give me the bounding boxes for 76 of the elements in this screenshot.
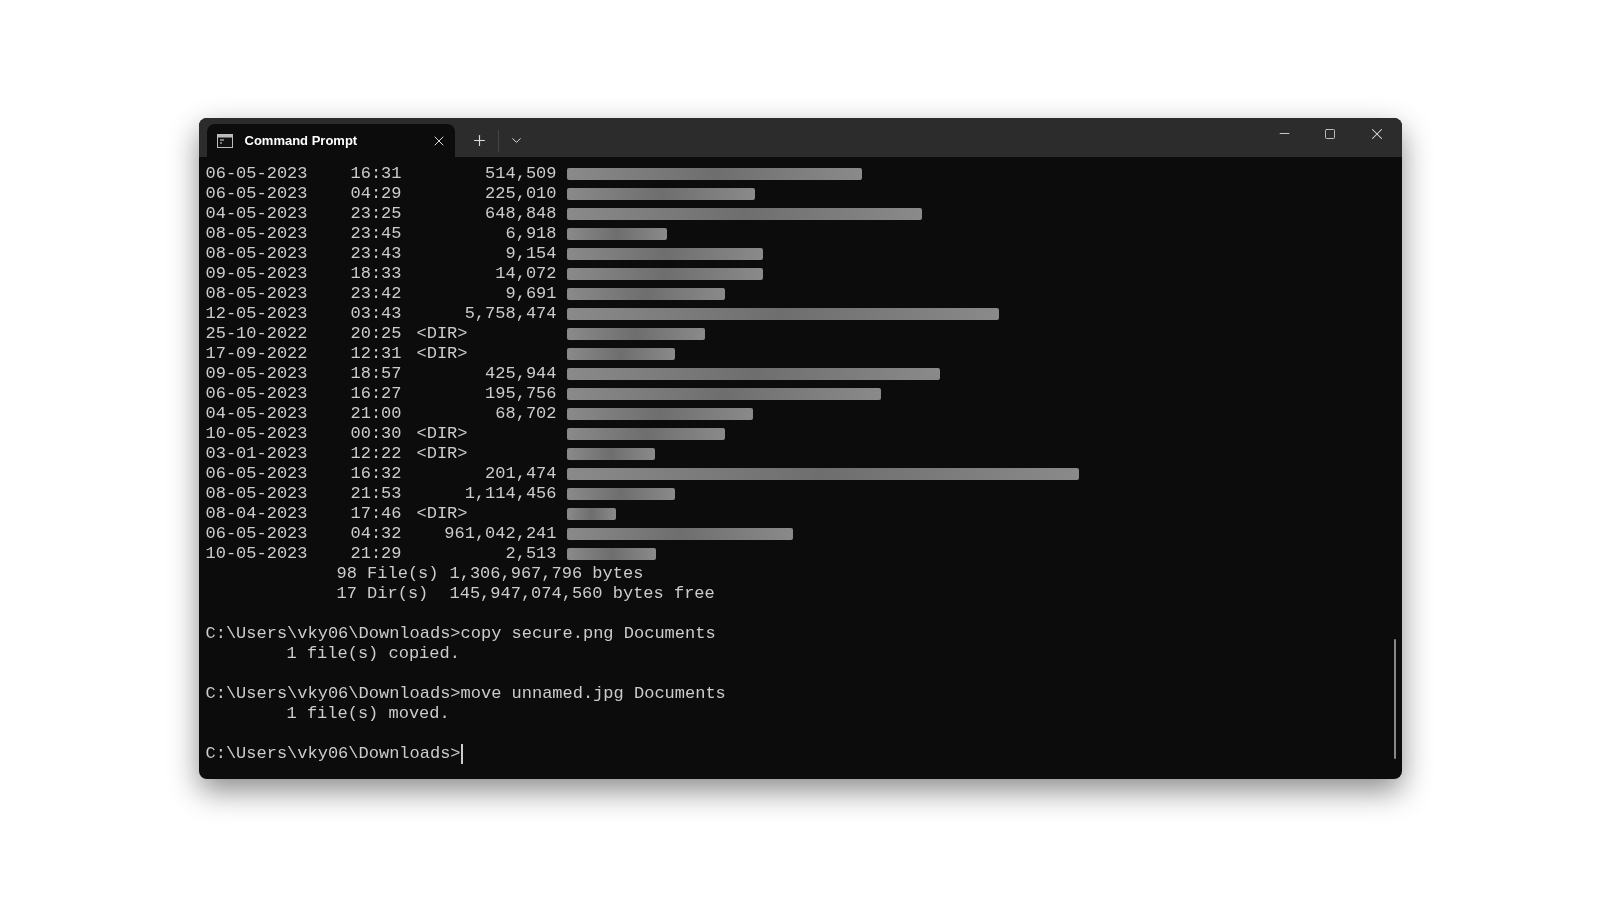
- file-time: 12:31: [350, 344, 403, 364]
- file-size: 225,010: [485, 184, 557, 204]
- file-date: 10-05-2023: [205, 544, 309, 564]
- file-date: 06-05-2023: [205, 464, 309, 484]
- tab[interactable]: Command Prompt: [206, 124, 455, 157]
- file-size: 648,848: [485, 204, 557, 224]
- file-date: 04-05-2023: [205, 404, 309, 424]
- dir-tag: <DIR>: [416, 424, 468, 444]
- file-size: 201,474: [485, 464, 557, 484]
- file-time: 03:43: [350, 304, 403, 324]
- file-date: 04-05-2023: [205, 204, 309, 224]
- file-size: 5,758,474: [464, 304, 557, 324]
- file-time: 23:43: [350, 244, 403, 264]
- summary-count: 17 Dir(s): [336, 584, 430, 604]
- file-time: 21:29: [350, 544, 403, 564]
- command-text: copy secure.png Documents: [460, 624, 716, 644]
- file-time: 04:32: [350, 524, 403, 544]
- file-size: 195,756: [485, 384, 557, 404]
- file-size: 425,944: [485, 364, 557, 384]
- file-date: 10-05-2023: [205, 424, 309, 444]
- file-date: 06-05-2023: [205, 184, 309, 204]
- file-time: 23:45: [350, 224, 403, 244]
- file-size: 6,918: [505, 224, 557, 244]
- file-size: 9,154: [505, 244, 557, 264]
- dir-tag: <DIR>: [416, 444, 468, 464]
- file-time: 23:42: [350, 284, 403, 304]
- tab-title: Command Prompt: [244, 131, 359, 150]
- file-date: 06-05-2023: [205, 384, 309, 404]
- summary-count: 98 File(s): [336, 564, 440, 584]
- file-date: 17-09-2022: [205, 344, 309, 364]
- file-time: 16:32: [350, 464, 403, 484]
- file-time: 12:22: [350, 444, 403, 464]
- dir-tag: <DIR>: [416, 324, 468, 344]
- command-prompt: C:\Users\vky06\Downloads>: [205, 624, 461, 644]
- file-time: 04:29: [350, 184, 403, 204]
- file-date: 06-05-2023: [205, 524, 309, 544]
- file-size: 961,042,241: [444, 524, 557, 544]
- file-date: 08-05-2023: [205, 284, 309, 304]
- file-size: 2,513: [505, 544, 557, 564]
- file-size: 68,702: [495, 404, 557, 424]
- file-date: 06-05-2023: [205, 164, 309, 184]
- file-time: 18:33: [350, 264, 403, 284]
- file-date: 08-05-2023: [205, 484, 309, 504]
- file-size: 1,114,456: [464, 484, 557, 504]
- file-time: 17:46: [350, 504, 403, 524]
- file-date: 03-01-2023: [205, 444, 309, 464]
- command-output: 1 file(s) copied.: [285, 644, 461, 664]
- terminal-icon: [216, 133, 233, 148]
- file-time: 21:53: [350, 484, 403, 504]
- dir-tag: <DIR>: [416, 504, 468, 524]
- file-time: 18:57: [350, 364, 403, 384]
- command-prompt: C:\Users\vky06\Downloads>: [205, 744, 461, 764]
- file-date: 12-05-2023: [205, 304, 309, 324]
- file-date: 08-05-2023: [205, 224, 309, 244]
- file-date: 25-10-2022: [205, 324, 309, 344]
- file-time: 21:00: [350, 404, 403, 424]
- command-output: 1 file(s) moved.: [285, 704, 451, 724]
- file-date: 09-05-2023: [205, 264, 309, 284]
- file-size: 14,072: [495, 264, 557, 284]
- file-time: 23:25: [350, 204, 403, 224]
- scrollbar-thumb[interactable]: [1393, 639, 1396, 759]
- file-time: 16:31: [350, 164, 403, 184]
- file-time: 00:30: [350, 424, 403, 444]
- file-size: 514,509: [485, 164, 557, 184]
- file-time: 20:25: [350, 324, 403, 344]
- file-date: 08-04-2023: [205, 504, 309, 524]
- summary-amount: 1,306,967,796 bytes: [449, 564, 644, 584]
- maximize-icon[interactable]: [1323, 127, 1336, 140]
- file-date: 08-05-2023: [205, 244, 309, 264]
- file-date: 09-05-2023: [205, 364, 309, 384]
- file-size: 9,691: [505, 284, 557, 304]
- command-text: move unnamed.jpg Documents: [460, 684, 726, 704]
- command-prompt: C:\Users\vky06\Downloads>: [205, 684, 461, 704]
- dir-tag: <DIR>: [416, 344, 468, 364]
- file-time: 16:27: [350, 384, 403, 404]
- summary-amount: 145,947,074,560 bytes free: [449, 584, 715, 604]
